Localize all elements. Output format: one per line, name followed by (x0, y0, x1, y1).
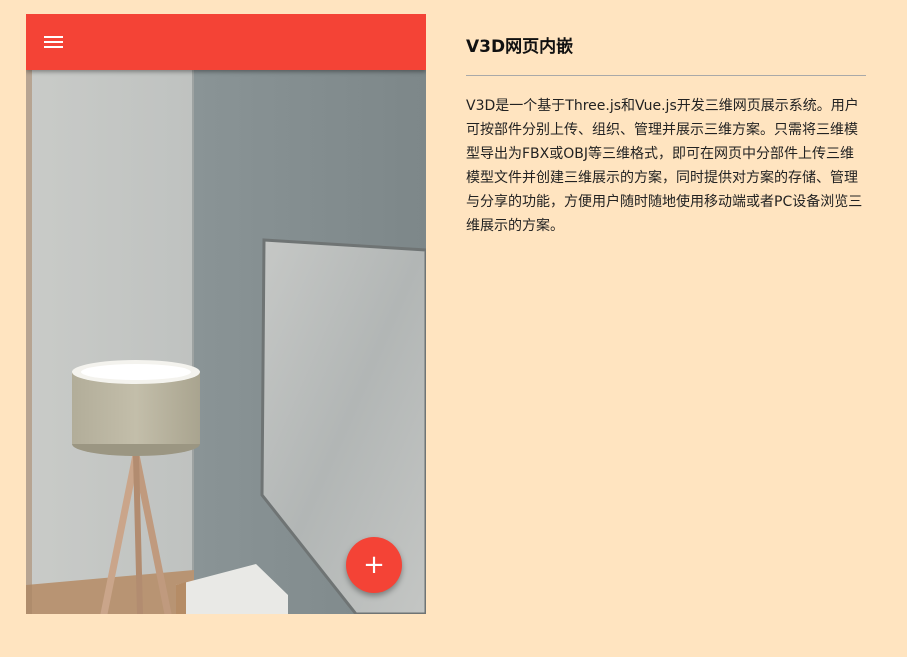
article-body: V3D是一个基于Three.js和Vue.js开发三维网页展示系统。用户可按部件… (466, 98, 863, 234)
menu-button[interactable] (36, 26, 72, 58)
lamp-leg (133, 452, 143, 614)
cabinet-side (176, 582, 186, 614)
add-button[interactable]: + (346, 537, 402, 593)
menu-icon (44, 36, 63, 38)
menu-icon-bar (44, 46, 63, 48)
app-bar (26, 14, 426, 70)
title-divider (466, 75, 866, 76)
article: V3D网页内嵌 V3D是一个基于Three.js和Vue.js开发三维网页展示系… (466, 30, 866, 238)
lamp-shade-top-inner (81, 364, 191, 380)
plus-icon: + (363, 550, 385, 580)
wood-strip (26, 70, 32, 614)
menu-icon-bar (44, 41, 63, 43)
left-wall (26, 70, 194, 614)
3d-scene-view[interactable] (26, 70, 426, 614)
mobile-preview: + (26, 14, 426, 614)
article-title: V3D网页内嵌 (466, 37, 574, 57)
